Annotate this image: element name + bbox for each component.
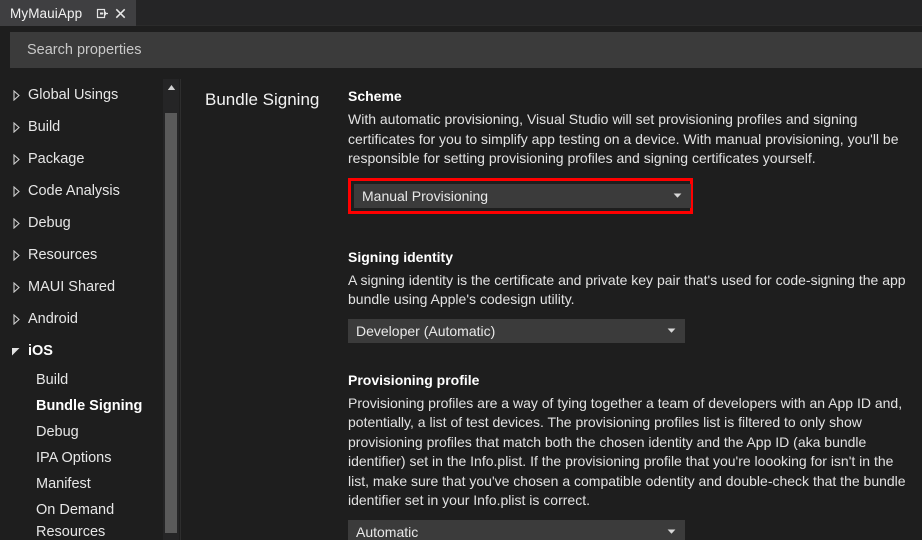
- provisioning-profile-description: Provisioning profiles are a way of tying…: [348, 394, 906, 509]
- sidebar-item-label: Build: [28, 119, 61, 135]
- sidebar-item-manifest[interactable]: Manifest: [0, 471, 168, 497]
- sidebar-item-label: Build: [36, 372, 69, 388]
- page-title: Bundle Signing: [205, 90, 320, 109]
- chevron-right-icon[interactable]: [11, 121, 21, 133]
- tab-title: MyMauiApp: [10, 5, 83, 21]
- sidebar-item-maui-shared[interactable]: MAUI Shared: [0, 271, 168, 303]
- close-icon[interactable]: [112, 5, 128, 21]
- provisioning-profile-heading: Provisioning profile: [348, 371, 480, 388]
- chevron-right-icon[interactable]: [11, 281, 21, 293]
- sidebar-item-on-demand-resources[interactable]: On Demand Resources: [0, 497, 168, 540]
- chevron-right-icon[interactable]: [11, 217, 21, 229]
- chevron-down-icon[interactable]: [11, 346, 21, 356]
- sidebar-item-ios-debug[interactable]: Debug: [0, 419, 168, 445]
- tab-mymauiapp[interactable]: MyMauiApp: [0, 0, 137, 26]
- scheme-heading: Scheme: [348, 88, 402, 104]
- chevron-down-icon[interactable]: [673, 191, 682, 200]
- sidebar-item-label: Debug: [36, 424, 79, 440]
- properties-window: MyMauiApp Search properties Global Using…: [0, 0, 922, 540]
- sidebar-item-label: Bundle Signing: [36, 398, 143, 414]
- sidebar-item-ipa-options[interactable]: IPA Options: [0, 445, 168, 471]
- search-bar-area: Search properties: [0, 26, 922, 79]
- sidebar-item-global-usings[interactable]: Global Usings: [0, 79, 168, 111]
- chevron-right-icon[interactable]: [11, 313, 21, 325]
- scheme-dropdown[interactable]: Manual Provisioning: [354, 183, 691, 208]
- signing-identity-dropdown[interactable]: Developer (Automatic): [348, 318, 685, 343]
- search-input[interactable]: Search properties: [10, 32, 922, 68]
- provisioning-profile-dropdown[interactable]: Automatic: [348, 519, 685, 540]
- scheme-description: With automatic provisioning, Visual Stud…: [348, 111, 899, 166]
- scroll-up-arrow-icon[interactable]: [163, 79, 179, 96]
- sidebar-scrollbar-thumb[interactable]: [165, 113, 177, 533]
- settings-panel: Scheme With automatic provisioning, Visu…: [348, 88, 922, 540]
- sidebar-item-code-analysis[interactable]: Code Analysis: [0, 175, 168, 207]
- sidebar-scrollbar[interactable]: [163, 79, 179, 540]
- scheme-highlight-annotation: Manual Provisioning: [348, 177, 693, 214]
- sidebar-item-resources[interactable]: Resources: [0, 239, 168, 271]
- chevron-right-icon[interactable]: [11, 89, 21, 101]
- section-signing-identity: Signing identity A signing identity is t…: [348, 249, 922, 343]
- search-placeholder: Search properties: [27, 42, 142, 58]
- sidebar-item-label: On Demand Resources: [36, 502, 115, 540]
- chevron-down-icon[interactable]: [667, 326, 676, 335]
- section-provisioning-profile: Provisioning profile Provisioning profil…: [348, 372, 922, 540]
- provisioning-profile-dropdown-value: Automatic: [356, 523, 419, 540]
- sidebar-item-label: IPA Options: [36, 450, 112, 466]
- sidebar-item-package[interactable]: Package: [0, 143, 168, 175]
- properties-tree[interactable]: Global Usings Build Package Code Analysi…: [0, 79, 168, 540]
- signing-identity-dropdown-value: Developer (Automatic): [356, 322, 496, 339]
- pin-icon[interactable]: [94, 5, 110, 21]
- sidebar-item-label: iOS: [28, 343, 53, 359]
- sidebar-item-bundle-signing[interactable]: Bundle Signing: [0, 393, 168, 419]
- chevron-down-icon[interactable]: [667, 527, 676, 536]
- bundle-signing-page: Bundle Signing Scheme With automatic pro…: [181, 79, 922, 540]
- sidebar-item-label: Manifest: [36, 476, 91, 492]
- sidebar-item-build[interactable]: Build: [0, 111, 168, 143]
- sidebar-item-ios-build[interactable]: Build: [0, 367, 168, 393]
- signing-identity-heading: Signing identity: [348, 248, 453, 265]
- section-scheme: Scheme With automatic provisioning, Visu…: [348, 88, 922, 214]
- chevron-right-icon[interactable]: [11, 153, 21, 165]
- sidebar-item-debug[interactable]: Debug: [0, 207, 168, 239]
- scheme-dropdown-value: Manual Provisioning: [362, 187, 489, 204]
- sidebar-item-android[interactable]: Android: [0, 303, 168, 335]
- tab-strip: MyMauiApp: [0, 0, 922, 26]
- sidebar-item-ios[interactable]: iOS: [0, 335, 168, 367]
- chevron-right-icon[interactable]: [11, 185, 21, 197]
- signing-identity-description: A signing identity is the certificate an…: [348, 271, 906, 308]
- chevron-right-icon[interactable]: [11, 249, 21, 261]
